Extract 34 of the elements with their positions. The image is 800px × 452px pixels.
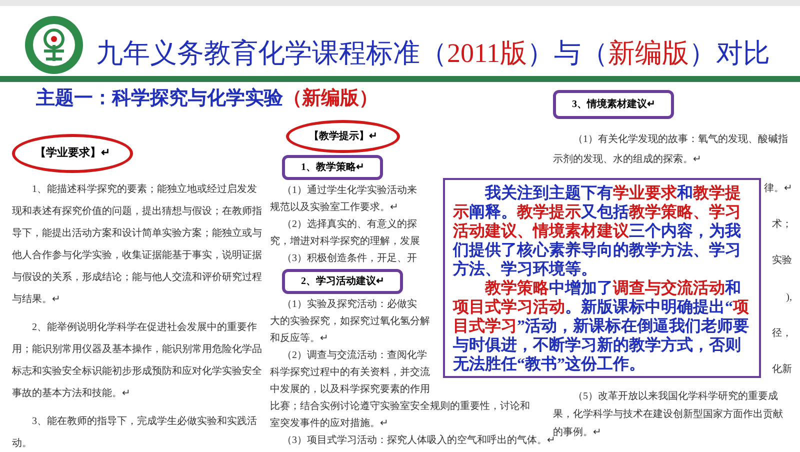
document-fragment: 律。↵: [764, 182, 792, 196]
section-heading: 【教学提示】↵: [286, 120, 400, 153]
document-paragraph: （1）有关化学发现的故事：氧气的发现、酸碱指示剂的发现、水的组成的探索。↵: [553, 132, 789, 167]
document-fragment: 术；: [772, 218, 792, 232]
document-line: 究，增进对科学探究的理解，发展: [270, 234, 420, 249]
document-line: 科学探究过程中的有关资料，并交流: [270, 366, 430, 380]
section-heading: 【学业要求】↵: [12, 134, 133, 172]
document-paragraph: 1、能描述科学探究的要素；能独立地或经过启发发现和表述有探究价值的问题，提出猜想与假设；在教师指导下，能提出活动方案和设计简单实验方案；能独立或与他人合作参与化学实验，收集证据能基于事实，说明证据与假设的关系，形成结论；能与他人交流和评价研究过程与结果。↵: [12, 182, 262, 306]
document-line: （1）实验及探究活动：必做实: [281, 298, 417, 312]
document-line: （3）项目式学习活动：探究人体吸入的空气和呼出的气体。↵: [281, 434, 555, 448]
document-line: 比赛；结合实例讨论遵守实验室安全规则的重要性，讨论和: [270, 400, 530, 414]
document-line: （1）通过学生化学实验活动来: [281, 184, 417, 198]
document-fragment: 化新: [772, 362, 792, 378]
document-line: （2）调查与交流活动：查阅化学: [281, 348, 427, 363]
document-paragraph: 3、能在教师的指导下，完成学生必做实验和实践活动。: [12, 414, 258, 450]
section-heading: 2、学习活动建议↵: [282, 269, 403, 294]
document-line: 大的实验探究，如探究过氧化氢分解: [270, 314, 430, 329]
document-line: 规范以及实验室工作要求。↵: [270, 200, 398, 215]
document-line: （2）选择真实的、有意义的探: [281, 218, 417, 232]
commentary-callout: 我关注到主题下有学业要求和教学提示阐释。教学提示又包括教学策略、学习活动建议、情境素材建议三个内容，为我们提供了核心素养导向的教学方法、学习方法、学习环境等。 教学策略中增加了调查与交流活动和 项目式学习活动。新版课标中明确提出“项目式学习”活动，新课标在倒逼我们老师要与时俱进，不断学习新的教学方式，否则无法胜任“教书”这份工作。: [443, 178, 761, 378]
document-line: 中发展的，以及科学探究要素的作用: [270, 382, 430, 397]
document-fragment: 实验: [772, 254, 792, 268]
document-line: （3）积极创造条件，开足、开: [281, 252, 417, 266]
document-line: 和反应等。↵: [270, 332, 328, 346]
document-paragraph: 2、能举例说明化学科学在促进社会发展中的重要作用；能识别常用仪器及基本操作，能识别常用危险化学品标志和实验安全标识能初步形成预防和应对化学实验安全事故的基本方法和技能。↵: [12, 320, 262, 400]
document-line: 室突发事件的应对措施。↵: [270, 416, 388, 431]
document-fragment: 径，: [772, 326, 792, 341]
section-heading: 3、情境素材建议↵: [553, 90, 674, 119]
slide-title: 九年义务教育化学课程标准（2011版）与（新编版）对比: [96, 37, 770, 70]
document-paragraph: （5）改革开放以来我国化学科学研究的重要成果，化学科学与技术在建设创新型国家方面作出贡献的事例。↵: [553, 390, 784, 438]
section-heading: 1、教学策略↵: [282, 155, 383, 180]
section-subtitle: 主题一：科学探究与化学实验（新编版）: [36, 88, 378, 109]
school-logo-icon: [24, 15, 84, 75]
document-fragment: ),: [786, 290, 792, 305]
